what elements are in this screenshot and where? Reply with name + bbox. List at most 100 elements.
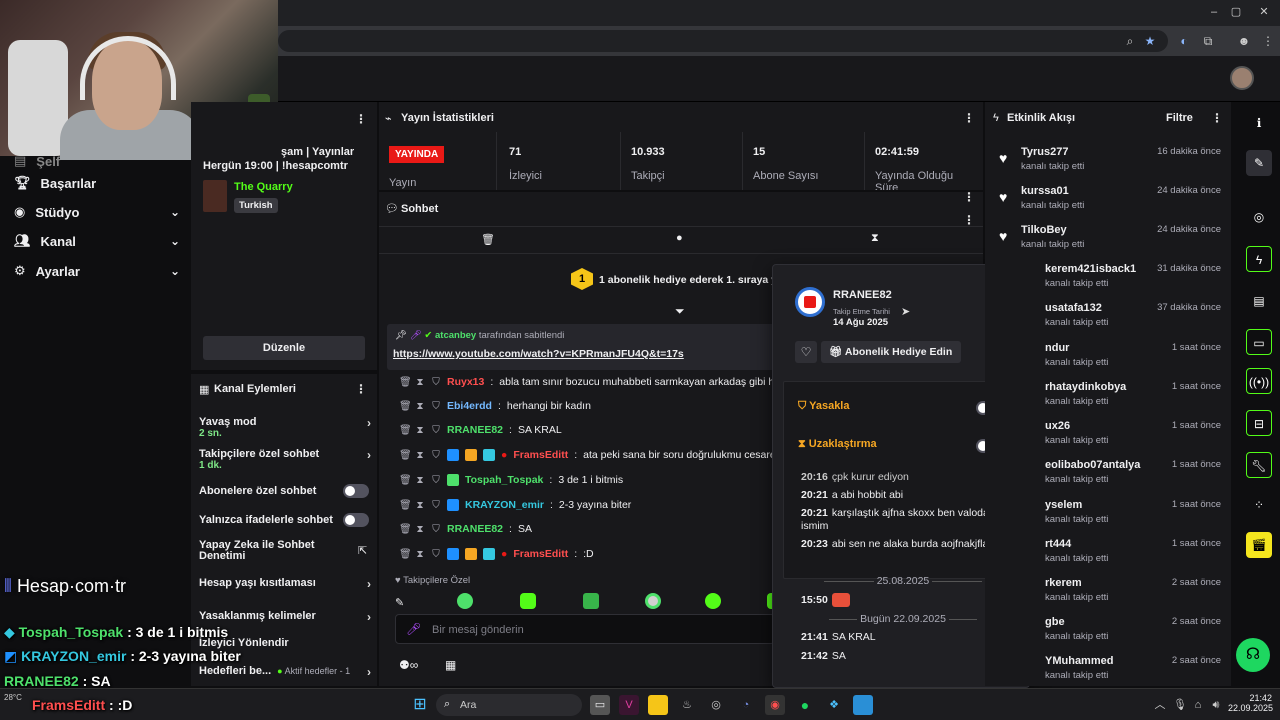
- taskbar-search[interactable]: ⌕ Ara: [436, 694, 582, 716]
- maximize-button[interactable]: ▢: [1228, 4, 1244, 20]
- chat-message[interactable]: 🗑︎ ⧗ ⛉ Ruyx13: abla tam sınır bozucu muhabbe…: [399, 376, 780, 388]
- broadcast-icon[interactable]: ((•)): [1246, 368, 1272, 394]
- chat-icon[interactable]: ▭: [1246, 329, 1272, 355]
- spotify-icon[interactable]: ●: [795, 695, 815, 715]
- feed-item[interactable]: rt444 kanalı takip etti 1 saat önce: [999, 538, 1221, 574]
- feed-item[interactable]: rhataydinkobya kanalı takip etti 1 saat ön…: [999, 381, 1221, 417]
- hourglass-icon[interactable]: ⧗: [415, 377, 425, 388]
- minimize-button[interactable]: –: [1206, 4, 1222, 20]
- profile-icon[interactable]: ☻: [1236, 33, 1252, 49]
- weather-widget[interactable]: 28°C: [4, 693, 22, 702]
- pinned-message[interactable]: 📌︎ 🎤︎ ✔ atcanbey tarafından sabitlendi h…: [387, 324, 787, 370]
- emote-icon[interactable]: [645, 593, 661, 609]
- pinned-link[interactable]: https://www.youtube.com/watch?v=KPRmanJF…: [393, 348, 684, 360]
- layout-icon[interactable]: ⊟: [1246, 410, 1272, 436]
- trash-icon[interactable]: 🗑︎: [399, 401, 412, 412]
- kebab-menu-icon[interactable]: ⋮: [355, 382, 367, 396]
- mic-icon[interactable]: 🎤︎: [406, 622, 421, 636]
- puzzle-icon[interactable]: ⧉: [1200, 33, 1216, 49]
- steam-icon[interactable]: ♨: [677, 695, 697, 715]
- follow-heart-button[interactable]: ♡: [795, 341, 817, 363]
- feed-item[interactable]: YMuhammed kanalı takip etti 2 saat önce: [999, 655, 1221, 691]
- feed-item[interactable]: ♥ kurssa01 kanalı takip etti 24 dakika önce: [999, 185, 1221, 221]
- hourglass-icon[interactable]: ⧗: [415, 475, 425, 486]
- avatar[interactable]: [1230, 66, 1254, 90]
- chat-message[interactable]: 🗑︎ ⧗ ⛉ ● FramsEditt: ata peki sana bir soru d…: [399, 449, 790, 461]
- game-cover[interactable]: [203, 180, 227, 212]
- pencil-icon[interactable]: ✎: [1246, 150, 1272, 176]
- sticker-icon[interactable]: ✎: [395, 596, 404, 609]
- address-bar[interactable]: [278, 30, 1168, 52]
- external-link-icon[interactable]: ⇱: [358, 544, 367, 557]
- trash-icon[interactable]: 🗑︎: [399, 450, 412, 461]
- taskbar-clock[interactable]: 21:42 22.09.2025: [1228, 693, 1273, 713]
- kebab-menu-icon[interactable]: ⋮: [963, 111, 975, 125]
- goals-row[interactable]: Hedefleri be... ● Aktif hedefler - 1 ›: [199, 665, 371, 679]
- windows-start-icon[interactable]: ⊞: [410, 695, 430, 715]
- hourglass-icon[interactable]: ⧗: [415, 524, 425, 535]
- shield-icon[interactable]: ⛉: [431, 450, 441, 461]
- feed-item[interactable]: yselem kanalı takip etti 1 saat önce: [999, 499, 1221, 535]
- edit-button[interactable]: Düzenle: [203, 336, 365, 360]
- trash-icon[interactable]: 🗑︎: [399, 549, 412, 560]
- hourglass-icon[interactable]: ⧗: [415, 401, 425, 412]
- extension-icon[interactable]: ◐: [1176, 33, 1192, 49]
- microphone-icon[interactable]: 🎙︎: [1170, 695, 1190, 715]
- feed-item[interactable]: usatafa132 kanalı takip etti 37 dakika önc…: [999, 302, 1221, 338]
- apps-icon[interactable]: ⁘: [1246, 492, 1272, 518]
- sidebar-item-achievements[interactable]: 🏆︎ Başarılar: [14, 172, 180, 194]
- store-icon[interactable]: ▦: [445, 658, 456, 672]
- hourglass-icon[interactable]: ⧗: [415, 450, 425, 461]
- obs-icon[interactable]: ◎: [706, 695, 726, 715]
- folder-icon[interactable]: [648, 695, 668, 715]
- app-icon[interactable]: [853, 695, 873, 715]
- game-name[interactable]: The Quarry: [234, 181, 293, 193]
- emote-picker-icon[interactable]: ⚉∞: [399, 658, 418, 672]
- shield-icon[interactable]: ⛉: [431, 475, 441, 486]
- pinned-by-user[interactable]: atcanbey: [435, 330, 476, 341]
- trash-icon[interactable]: 🗑︎: [399, 475, 412, 486]
- emote-icon[interactable]: [457, 593, 473, 609]
- gift-subscription-button[interactable]: 🎁︎ Abonelik Hediye Edin: [821, 341, 961, 363]
- volume-icon[interactable]: 🔊︎: [1206, 695, 1226, 715]
- chat-input[interactable]: 🎤︎ Bir mesaj gönderin: [395, 614, 775, 644]
- star-icon[interactable]: ★: [1142, 33, 1158, 49]
- emote-icon[interactable]: [520, 593, 536, 609]
- close-window-button[interactable]: ✕: [1256, 4, 1272, 20]
- app-icon[interactable]: ❖: [824, 695, 844, 715]
- account-age-row[interactable]: Hesap yaşı kısıtlaması ›: [199, 577, 371, 591]
- chrome-icon[interactable]: ◉: [765, 695, 785, 715]
- gift-leaderboard-banner[interactable]: 1 abonelik hediye ederek 1. sıraya yük: [599, 274, 789, 286]
- hourglass-icon[interactable]: ⧗: [415, 500, 425, 511]
- chat-message[interactable]: 🗑︎ ⧗ ⛉ Ebi4erdd: herhangi bir kadın: [399, 400, 591, 412]
- task-view-icon[interactable]: ▭: [590, 695, 610, 715]
- chat-tab-icon[interactable]: ●: [676, 232, 683, 244]
- followers-only-row[interactable]: Takipçilere özel sohbet 1 dk. ›: [199, 448, 371, 471]
- info-icon[interactable]: ℹ: [1246, 110, 1272, 136]
- ai-moderation-row[interactable]: Yapay Zeka ile Sohbet Denetimi: [199, 540, 349, 562]
- camera-icon[interactable]: ◎: [1246, 204, 1272, 230]
- sidebar-item-settings[interactable]: ⚙ Ayarlar ⌄: [14, 260, 180, 282]
- network-icon[interactable]: ⌂: [1188, 695, 1208, 715]
- kebab-menu-icon[interactable]: ⋮: [963, 213, 975, 227]
- chat-message[interactable]: 🗑︎ ⧗ ⛉ RRANEE82: SA: [399, 523, 532, 535]
- feed-item[interactable]: kerem421isback1 kanalı takip etti 31 dakik…: [999, 263, 1221, 299]
- hourglass-icon[interactable]: ⧗: [415, 549, 425, 560]
- feed-item[interactable]: gbe kanalı takip etti 2 saat önce: [999, 616, 1221, 652]
- feed-item[interactable]: ♥ Tyrus277 kanalı takip etti 16 dakika önce: [999, 146, 1221, 182]
- emote-icon[interactable]: [705, 593, 721, 609]
- shield-icon[interactable]: ⛉: [431, 524, 441, 535]
- user-card-username[interactable]: RRANEE82: [833, 289, 892, 301]
- hourglass-icon[interactable]: ⧗: [415, 425, 425, 436]
- feed-item[interactable]: ♥ TilkoBey kanalı takip etti 24 dakika önce: [999, 224, 1221, 260]
- sidebar-item-channel[interactable]: 👥︎ Kanal ⌄: [14, 230, 180, 252]
- discord-icon[interactable]: ◔: [736, 695, 756, 715]
- feed-item[interactable]: rkerem kanalı takip etti 2 saat önce: [999, 577, 1221, 613]
- shield-icon[interactable]: ⛉: [431, 401, 441, 412]
- trash-icon[interactable]: 🗑︎: [399, 377, 412, 388]
- chat-message[interactable]: 🗑︎ ⧗ ⛉ Tospah_Tospak:3 de 1 i bitmis: [399, 474, 623, 486]
- slow-mode-row[interactable]: Yavaş mod 2 sn. ›: [199, 416, 371, 439]
- clapper-icon[interactable]: 🎬︎: [1246, 532, 1272, 558]
- kebab-menu-icon[interactable]: ⋮: [355, 112, 367, 126]
- menu-icon[interactable]: ⋮: [1260, 33, 1276, 49]
